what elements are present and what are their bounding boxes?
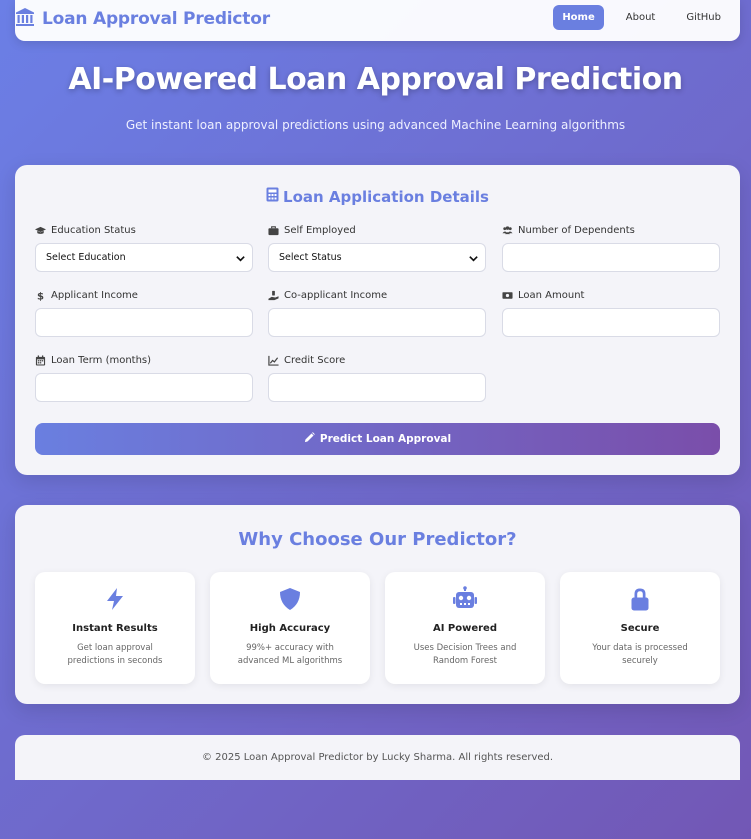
brand[interactable]: Loan Approval Predictor	[15, 7, 270, 31]
applicant-income-input[interactable]	[35, 308, 253, 337]
dependents-field: Number of Dependents	[502, 223, 720, 272]
brand-title: Loan Approval Predictor	[42, 9, 270, 29]
feature-card-secure: Secure Your data is processed securely	[560, 572, 720, 684]
nav-home-link[interactable]: Home	[553, 5, 604, 30]
education-select[interactable]: Select Education	[35, 243, 253, 272]
footer-text: © 2025 Loan Approval Predictor by Lucky …	[201, 752, 554, 763]
nav-about-link[interactable]: About	[617, 5, 665, 30]
form-title-text: Loan Application Details	[283, 187, 489, 206]
loan-term-input[interactable]	[35, 373, 253, 402]
education-label: Education Status	[51, 224, 136, 236]
chevron-down-icon	[468, 253, 479, 264]
self-employed-label: Self Employed	[284, 224, 356, 236]
dependents-label: Number of Dependents	[518, 224, 635, 236]
credit-score-label: Credit Score	[284, 354, 346, 366]
form-title: Loan Application Details	[15, 187, 740, 206]
loan-amount-field: Loan Amount	[502, 288, 720, 337]
loan-amount-input[interactable]	[502, 308, 720, 337]
graduation-cap-icon	[35, 225, 46, 236]
loan-amount-label: Loan Amount	[518, 289, 585, 301]
svg-text:$: $	[37, 291, 44, 300]
loan-term-field: Loan Term (months)	[35, 353, 253, 402]
self-employed-select[interactable]: Select Status	[268, 243, 486, 272]
hero-subtitle: Get instant loan approval predictions us…	[125, 118, 626, 132]
self-employed-field: Self Employed Select Status	[268, 223, 486, 272]
navbar: Loan Approval Predictor Home About GitHu…	[15, 0, 740, 41]
dollar-icon: $	[35, 290, 46, 300]
feature-title: Instant Results	[72, 623, 158, 634]
applicant-income-field: $ Applicant Income	[35, 288, 253, 337]
calculator-icon	[266, 187, 283, 206]
coapplicant-income-field: Co-applicant Income	[268, 288, 486, 337]
feature-title: High Accuracy	[249, 623, 331, 634]
nav-github-link[interactable]: GitHub	[677, 5, 730, 30]
coapplicant-income-input[interactable]	[268, 308, 486, 337]
credit-score-input[interactable]	[268, 373, 486, 402]
feature-desc: Your data is processed securely	[592, 643, 688, 666]
loan-form-card: Loan Application Details Education Statu…	[15, 165, 740, 475]
predict-button[interactable]: Predict Loan Approval	[35, 423, 720, 455]
bolt-icon	[35, 586, 195, 612]
hero-title: AI-Powered Loan Approval Prediction	[68, 62, 683, 97]
nav-links: Home About GitHub	[540, 5, 730, 30]
pencil-icon	[304, 432, 320, 446]
robot-icon	[385, 586, 545, 612]
features-title: Why Choose Our Predictor?	[238, 529, 517, 550]
chevron-down-icon	[235, 253, 246, 264]
feature-desc: Get loan approval predictions in seconds	[67, 643, 163, 666]
shield-icon	[210, 586, 370, 612]
users-icon	[502, 225, 513, 236]
briefcase-icon	[268, 225, 279, 236]
feature-card-instant: Instant Results Get loan approval predic…	[35, 572, 195, 684]
loan-term-label: Loan Term (months)	[51, 354, 152, 366]
hand-holding-icon	[268, 290, 279, 301]
money-bill-icon	[502, 290, 513, 301]
credit-score-field: Credit Score	[268, 353, 486, 402]
feature-desc: Uses Decision Trees and Random Forest	[413, 643, 517, 666]
lock-icon	[560, 586, 720, 612]
feature-title: Secure	[620, 623, 660, 634]
feature-desc: 99%+ accuracy with advanced ML algorithm…	[237, 643, 343, 666]
chart-line-icon	[268, 355, 279, 366]
bank-icon	[15, 7, 35, 31]
feature-card-ai: AI Powered Uses Decision Trees and Rando…	[385, 572, 545, 684]
feature-card-accuracy: High Accuracy 99%+ accuracy with advance…	[210, 572, 370, 684]
dependents-input[interactable]	[502, 243, 720, 272]
features-card: Why Choose Our Predictor? Instant Result…	[15, 505, 740, 704]
education-field: Education Status Select Education	[35, 223, 253, 272]
predict-button-label: Predict Loan Approval	[319, 433, 452, 445]
coapplicant-income-label: Co-applicant Income	[284, 289, 388, 301]
feature-title: AI Powered	[432, 623, 498, 634]
calendar-icon	[35, 354, 46, 366]
applicant-income-label: Applicant Income	[51, 289, 138, 301]
footer: © 2025 Loan Approval Predictor by Lucky …	[15, 735, 740, 780]
